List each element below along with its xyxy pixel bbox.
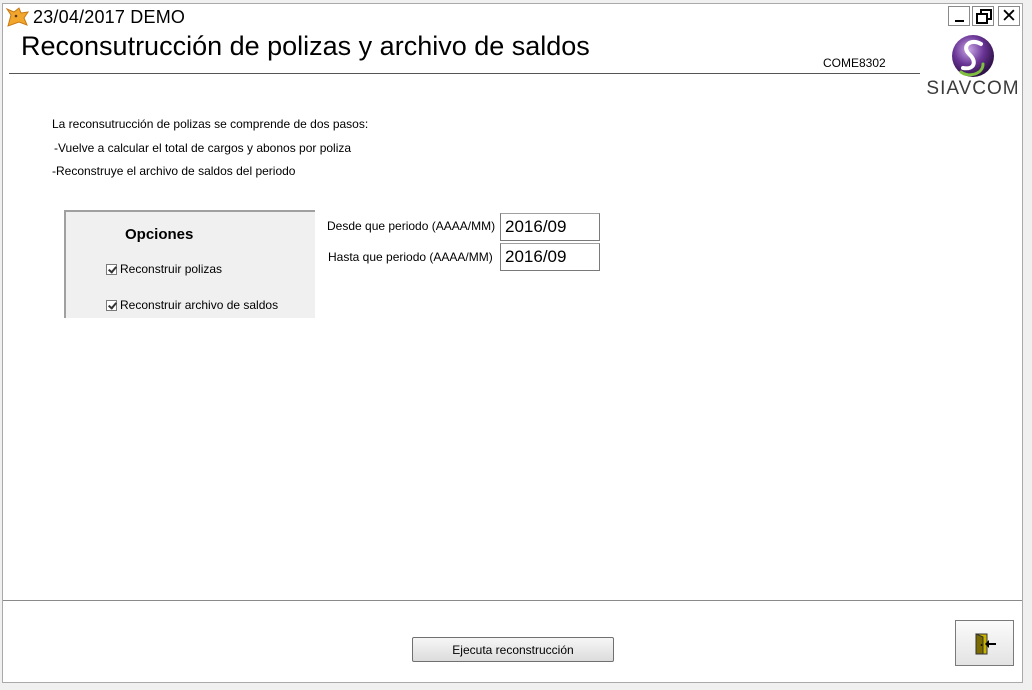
main-window: 23/04/2017 DEMO ✕ Reconsutrucción de pol… [2,3,1023,683]
close-icon: ✕ [1001,5,1017,27]
rebuild-polizas-option[interactable]: Reconstruir polizas [106,262,222,276]
page-title: Reconsutrucción de polizas y archivo de … [21,31,590,61]
options-title: Opciones [125,226,194,243]
siavcom-logo-icon [952,35,994,77]
intro-text-line: La reconsutrucción de polizas se compren… [52,117,369,131]
rebuild-polizas-label: Reconstruir polizas [120,262,223,276]
rebuild-polizas-checkbox[interactable] [106,263,117,275]
title-bar[interactable]: 23/04/2017 DEMO ✕ [3,4,1022,30]
exit-button[interactable] [955,620,1014,666]
from-period-label: Desde que periodo (AAAA/MM) [327,219,496,233]
intro-text-line: -Reconstruye el archivo de saldos del pe… [52,164,296,178]
fox-app-icon [5,6,31,28]
footer-divider [3,600,1022,601]
from-period-input[interactable] [500,213,600,241]
siavcom-logo: SIAVCOM [925,34,1021,104]
window-title: 23/04/2017 DEMO [33,7,186,27]
minimize-button[interactable] [948,6,970,26]
close-button[interactable]: ✕ [998,6,1020,26]
screen-code: COME8302 [823,56,886,70]
rebuild-saldos-option[interactable]: Reconstruir archivo de saldos [106,298,278,312]
logo-text: SIAVCOM [926,78,1020,99]
rebuild-saldos-checkbox[interactable] [106,299,117,311]
intro-text-line: -Vuelve a calcular el total de cargos y … [54,141,352,155]
to-period-label: Hasta que periodo (AAAA/MM) [328,250,493,264]
options-panel: Opciones Reconstruir polizas Reconstruir… [64,210,315,318]
title-divider [9,73,920,74]
exit-door-icon [975,633,996,655]
restore-button[interactable] [972,6,994,26]
to-period-input[interactable] [500,243,600,271]
execute-rebuild-button[interactable]: Ejecuta reconstrucción [412,637,614,662]
rebuild-saldos-label: Reconstruir archivo de saldos [120,298,279,312]
